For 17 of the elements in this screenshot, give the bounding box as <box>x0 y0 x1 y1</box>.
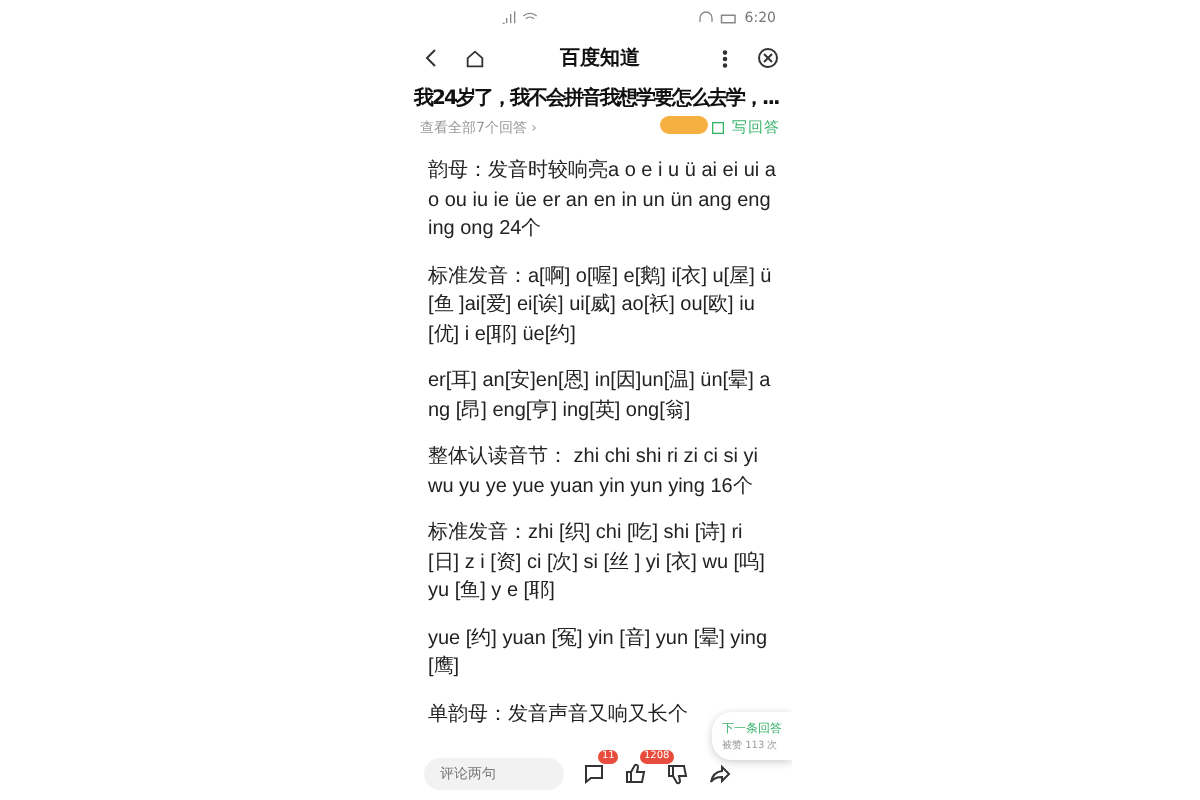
page-title: 百度知道 <box>558 44 642 72</box>
comment-icon[interactable] <box>582 762 606 786</box>
signal-icon <box>500 10 516 26</box>
answer-paragraph: 韵母：发音时较响亮a o e i u ü ai ei ui ao ou iu ie üe er an en in un ün ang eng ing ong 24个 <box>428 158 776 244</box>
answer-paragraph: 标准发音：a[啊] o[喔] e[鹅] i[衣] u[屋] ü [鱼 ]ai[爱] ei[诶] ui[威] ao[袄] ou[欧] iu[优] i e[耶] üe[约] <box>428 263 774 349</box>
answer-paragraph: 标准发音：zhi [织] chi [吃] shi [诗] ri [日] z i [资] ci [次] si [丝 ] yi [衣] wu [呜] yu [鱼] y e [耶] <box>428 520 767 606</box>
answer-paragraph: 整体认读音节： zhi chi shi ri zi ci si yi wu yu ye yue yuan yin yun ying 16个 <box>428 444 761 501</box>
answer-paragraph: er[耳] an[安]en[恩] in[因]un[温] ün[晕] ang [昂] eng[亨] ing[英] ong[翁] <box>428 368 773 425</box>
thumbs-up-icon[interactable] <box>624 762 648 786</box>
share-icon[interactable] <box>708 762 732 786</box>
home-icon[interactable] <box>464 47 486 69</box>
question-title: 我24岁了，我不会拼音我想学要怎么去学，... <box>414 84 779 112</box>
answer-paragraph: 单韵母：发音声音又响又长个 <box>428 701 688 729</box>
close-icon[interactable] <box>756 46 780 70</box>
thumbs-down-icon[interactable] <box>666 762 690 786</box>
tag-badge <box>660 116 708 134</box>
answer-paragraph: yue [约] yuan [冤] yin [音] yun [晕] ying [鹰] <box>428 625 770 682</box>
